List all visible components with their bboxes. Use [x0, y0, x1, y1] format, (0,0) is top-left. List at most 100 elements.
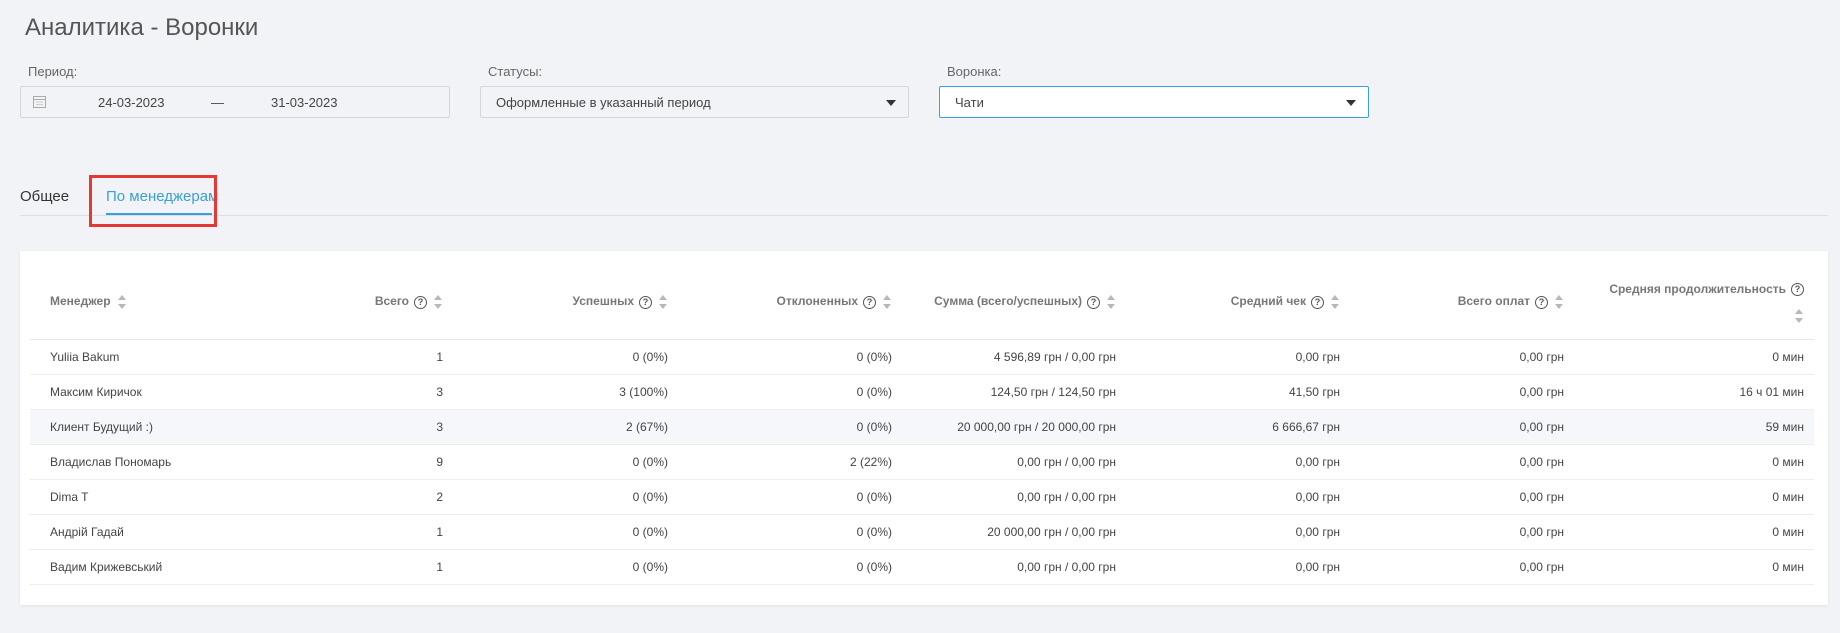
cell-successful: 0 (0%) — [453, 549, 678, 585]
cell-sum: 4 596,89 грн / 0,00 грн — [902, 339, 1126, 375]
cell-sum: 0,00 грн / 0,00 грн — [902, 444, 1126, 480]
cell-average-check: 0,00 грн — [1126, 479, 1350, 515]
cell-average-check: 0,00 грн — [1126, 339, 1350, 375]
funnel-select[interactable]: Чати — [939, 86, 1369, 118]
sort-icon[interactable] — [1107, 295, 1116, 310]
sort-icon[interactable] — [1555, 295, 1564, 310]
statuses-label: Статусы: — [488, 64, 543, 79]
cell-total-payments: 0,00 грн — [1350, 549, 1574, 585]
sort-icon[interactable] — [434, 295, 443, 310]
col-header-successful[interactable]: Успешных? — [453, 265, 678, 340]
cell-manager: Владислав Пономарь — [30, 444, 270, 480]
col-header-label: Средняя продолжительность — [1609, 281, 1786, 296]
help-icon[interactable]: ? — [1087, 295, 1100, 309]
cell-average-duration: 0 мин — [1574, 514, 1814, 550]
table-row: Владислав Пономарь 9 0 (0%) 2 (22%) 0,00 грн… — [30, 444, 1814, 480]
cell-sum: 124,50 грн / 124,50 грн — [902, 374, 1126, 410]
funnel-selected-value: Чати — [955, 95, 984, 110]
help-icon[interactable]: ? — [1311, 295, 1324, 309]
date-separator: — — [211, 95, 224, 110]
cell-sum: 20 000,00 грн / 0,00 грн — [902, 514, 1126, 550]
cell-total-payments: 0,00 грн — [1350, 409, 1574, 445]
cell-total-payments: 0,00 грн — [1350, 444, 1574, 480]
sort-icon[interactable] — [1795, 308, 1804, 323]
cell-average-check: 0,00 грн — [1126, 514, 1350, 550]
cell-successful: 0 (0%) — [453, 339, 678, 375]
cell-successful: 0 (0%) — [453, 514, 678, 550]
cell-rejected: 0 (0%) — [678, 339, 902, 375]
cell-average-duration: 59 мин — [1574, 409, 1814, 445]
help-icon[interactable]: ? — [1535, 295, 1548, 309]
col-header-label: Всего — [374, 294, 409, 309]
col-header-rejected[interactable]: Отклоненных? — [678, 265, 902, 340]
cell-average-check: 0,00 грн — [1126, 549, 1350, 585]
date-from-input[interactable]: 24-03-2023 — [98, 95, 165, 110]
help-icon[interactable]: ? — [639, 295, 652, 309]
sort-icon[interactable] — [117, 295, 127, 310]
help-icon[interactable]: ? — [414, 295, 427, 309]
period-date-range[interactable]: 24-03-2023 — 31-03-2023 — [20, 86, 450, 118]
col-header-label: Отклоненных — [776, 294, 859, 309]
table-header-row: Менеджер Всего? Успешных? Отклоненных? С… — [30, 265, 1814, 340]
cell-total: 1 — [270, 549, 453, 585]
table-body: Yuliia Bakum 1 0 (0%) 0 (0%) 4 596,89 грн / … — [30, 339, 1814, 585]
cell-average-duration: 0 мин — [1574, 479, 1814, 515]
sort-icon[interactable] — [1331, 295, 1340, 310]
table-row: Андрій Гадай 1 0 (0%) 0 (0%) 20 000,00 грн /… — [30, 514, 1814, 550]
col-header-label: Сумма (всего/успешных) — [934, 294, 1082, 309]
cell-rejected: 0 (0%) — [678, 374, 902, 410]
managers-table-card: Менеджер Всего? Успешных? Отклоненных? С… — [20, 251, 1828, 605]
tabs-divider — [20, 215, 1828, 216]
col-header-label: Успешных — [572, 294, 634, 309]
cell-average-check: 6 666,67 грн — [1126, 409, 1350, 445]
cell-average-check: 41,50 грн — [1126, 374, 1350, 410]
date-to-input[interactable]: 31-03-2023 — [271, 95, 338, 110]
funnel-label: Воронка: — [947, 64, 1002, 79]
tab-general[interactable]: Общее — [20, 188, 69, 205]
col-header-total[interactable]: Всего? — [270, 265, 453, 340]
cell-manager: Андрій Гадай — [30, 514, 270, 550]
statuses-select[interactable]: Оформленные в указанный период — [480, 86, 909, 118]
cell-average-duration: 0 мин — [1574, 339, 1814, 375]
cell-total-payments: 0,00 грн — [1350, 514, 1574, 550]
col-header-label: Всего оплат — [1457, 294, 1530, 309]
cell-total: 3 — [270, 374, 453, 410]
col-header-label: Средний чек — [1230, 294, 1306, 309]
table-row: Dima T20 (0%) 0 (0%) 0,00 грн / 0,00 грн 0,… — [30, 479, 1814, 515]
help-icon[interactable]: ? — [1791, 283, 1804, 297]
table-row: Вадим Крижевський 1 0 (0%) 0 (0%) 0,00 грн /… — [30, 549, 1814, 585]
page-title: Аналитика - Воронки — [25, 14, 259, 41]
cell-total-payments: 0,00 грн — [1350, 479, 1574, 515]
col-header-sum[interactable]: Сумма (всего/успешных)? — [902, 265, 1126, 340]
cell-successful: 0 (0%) — [453, 479, 678, 515]
cell-average-duration: 0 мин — [1574, 549, 1814, 585]
cell-successful: 2 (67%) — [453, 409, 678, 445]
cell-total-payments: 0,00 грн — [1350, 374, 1574, 410]
cell-successful: 3 (100%) — [453, 374, 678, 410]
cell-rejected: 0 (0%) — [678, 514, 902, 550]
col-header-total-payments[interactable]: Всего оплат? — [1350, 265, 1574, 340]
cell-total: 2 — [270, 479, 453, 515]
col-header-average-duration[interactable]: Средняя продолжительность? — [1574, 265, 1814, 340]
cell-average-duration: 0 мин — [1574, 444, 1814, 480]
cell-total: 9 — [270, 444, 453, 480]
managers-table: Менеджер Всего? Успешных? Отклоненных? С… — [30, 265, 1814, 585]
cell-sum: 20 000,00 грн / 20 000,00 грн — [902, 409, 1126, 445]
sort-icon[interactable] — [659, 295, 668, 310]
chevron-down-icon — [886, 100, 896, 106]
table-row: Yuliia Bakum 1 0 (0%) 0 (0%) 4 596,89 грн / … — [30, 339, 1814, 375]
help-icon[interactable]: ? — [863, 295, 876, 309]
cell-rejected: 0 (0%) — [678, 409, 902, 445]
cell-sum: 0,00 грн / 0,00 грн — [902, 549, 1126, 585]
col-header-manager[interactable]: Менеджер — [30, 265, 270, 340]
cell-total: 1 — [270, 514, 453, 550]
sort-icon[interactable] — [883, 295, 892, 310]
col-header-label: Менеджер — [50, 294, 111, 309]
calendar-icon — [33, 96, 46, 108]
period-label: Период: — [28, 64, 78, 79]
cell-manager: Клиент Будущий :) — [30, 409, 270, 445]
col-header-average-check[interactable]: Средний чек? — [1126, 265, 1350, 340]
cell-average-duration: 16 ч 01 мин — [1574, 374, 1814, 410]
highlight-annotation — [89, 175, 217, 227]
cell-sum: 0,00 грн / 0,00 грн — [902, 479, 1126, 515]
